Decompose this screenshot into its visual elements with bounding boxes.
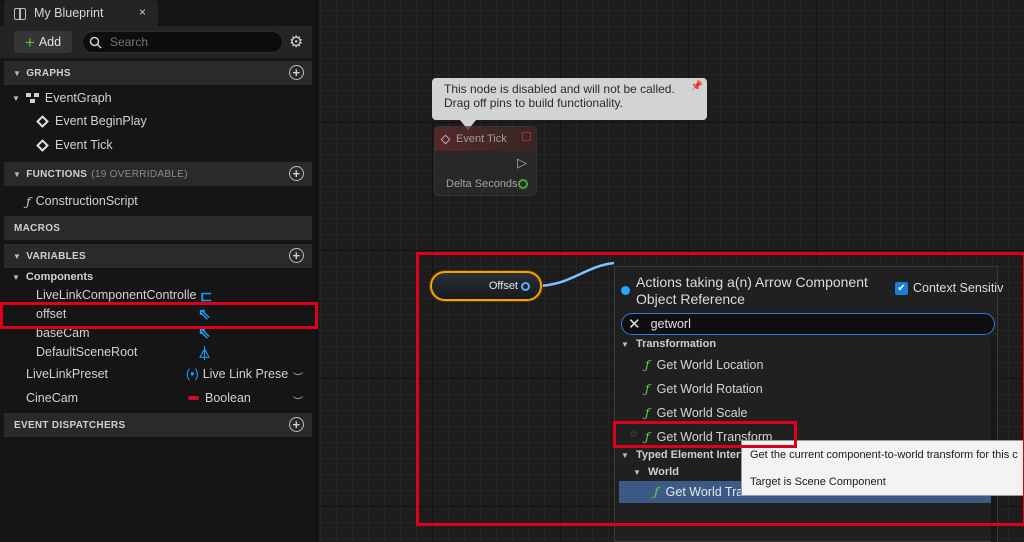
highlight-box-menu [416, 252, 1024, 526]
highlight-box-get-world-transform [613, 421, 797, 448]
